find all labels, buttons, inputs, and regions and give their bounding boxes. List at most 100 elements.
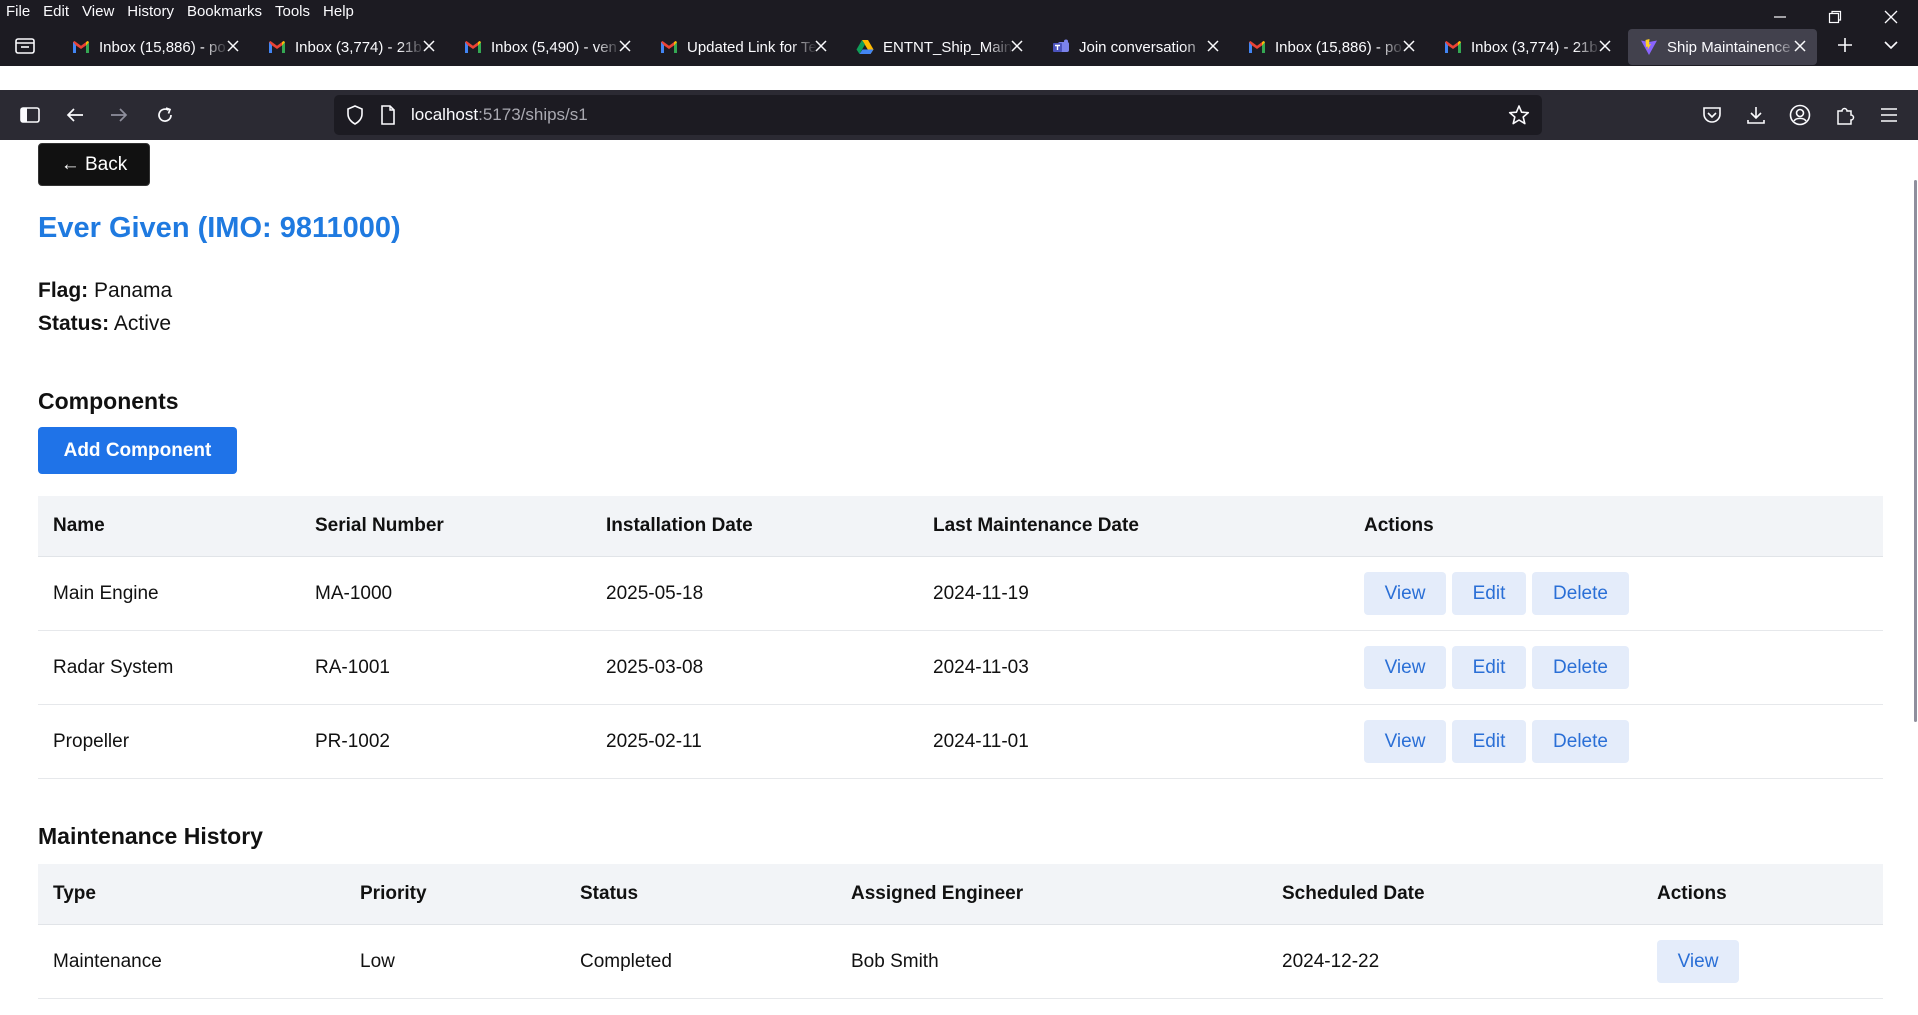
delete-button[interactable]: Delete [1532, 646, 1629, 689]
close-icon [1884, 10, 1898, 24]
assigned-engineer-cell: Bob Smith [836, 924, 1267, 999]
close-icon [815, 40, 827, 52]
bookmark-star-icon[interactable] [1508, 104, 1530, 131]
tab-close-button[interactable] [1204, 37, 1222, 55]
installation-date-cell: 2025-05-18 [591, 556, 918, 631]
maintenance-header-row: Type Priority Status Assigned Engineer S… [38, 864, 1883, 925]
menu-bookmarks[interactable]: Bookmarks [180, 0, 268, 24]
download-icon [1747, 107, 1765, 124]
menu-help[interactable]: Help [316, 0, 360, 24]
tab-title: Ship Maintainence [1667, 38, 1791, 56]
page-content: ← Back Ever Given (IMO: 9811000) Flag: P… [0, 140, 1918, 1015]
actions-cell: View Edit Delete [1349, 630, 1883, 705]
col-header-installation-date: Installation Date [591, 496, 918, 557]
tab-title: Inbox (3,774) - 21b [1471, 38, 1598, 56]
gmail-icon [1444, 38, 1462, 56]
edit-button[interactable]: Edit [1452, 572, 1526, 615]
menu-history[interactable]: History [120, 0, 180, 24]
url-text[interactable]: localhost:5173/ships/s1 [411, 105, 588, 125]
tab-close-button[interactable] [1596, 37, 1614, 55]
tab-title: Updated Link for Te [687, 38, 817, 56]
view-button[interactable]: View [1364, 646, 1446, 689]
view-button[interactable]: View [1657, 940, 1739, 983]
tab-close-button[interactable] [224, 37, 242, 55]
tab-4[interactable]: Updated Link for Te [648, 29, 838, 65]
sidebar-toggle-button[interactable] [14, 99, 46, 131]
table-row: Maintenance Low Completed Bob Smith 2024-12-… [38, 924, 1883, 999]
tab-7[interactable]: Inbox (15,886) - po [1236, 29, 1426, 65]
reload-icon [158, 107, 172, 122]
delete-button[interactable]: Delete [1532, 720, 1629, 763]
tab-title: Join conversation [1079, 38, 1196, 56]
installation-date-cell: 2025-03-08 [591, 630, 918, 705]
gmail-icon [268, 38, 286, 56]
account-button[interactable] [1784, 99, 1816, 131]
google-drive-icon [856, 38, 874, 56]
close-icon [619, 40, 631, 52]
menu-edit[interactable]: Edit [36, 0, 75, 24]
downloads-button[interactable] [1740, 99, 1772, 131]
col-header-name: Name [38, 496, 300, 557]
last-maintenance-date-cell: 2024-11-01 [918, 704, 1349, 779]
firefox-view-icon [15, 38, 35, 54]
flag-line: Flag: Panama [38, 279, 172, 303]
tab-title: ENTNT_Ship_Maint [883, 38, 1013, 56]
menu-view[interactable]: View [75, 0, 120, 24]
gmail-icon [464, 38, 482, 56]
page-scrollbar[interactable] [1914, 180, 1917, 722]
actions-cell: View Edit Delete [1349, 556, 1883, 631]
tab-close-button[interactable] [812, 37, 830, 55]
tab-bar: Inbox (15,886) - po Inbox (3,774) - 21b In… [0, 24, 1918, 66]
back-button[interactable]: ← Back [38, 143, 150, 186]
tab-9[interactable]: Ship Maintainence [1628, 29, 1817, 65]
menu-file[interactable]: File [0, 0, 36, 24]
edit-button[interactable]: Edit [1452, 646, 1526, 689]
tab-8[interactable]: Inbox (3,774) - 21b [1432, 29, 1622, 65]
components-heading: Components [38, 388, 179, 414]
maintenance-history-heading: Maintenance History [38, 823, 263, 849]
components-header-row: Name Serial Number Installation Date Las… [38, 496, 1883, 557]
tab-5[interactable]: ENTNT_Ship_Maint [844, 29, 1034, 65]
add-component-button[interactable]: Add Component [38, 427, 237, 474]
col-header-type: Type [38, 864, 345, 925]
view-button[interactable]: View [1364, 572, 1446, 615]
reload-button[interactable] [149, 99, 181, 131]
tab-title: Inbox (15,886) - po [1275, 38, 1402, 56]
tab-close-button[interactable] [616, 37, 634, 55]
tab-1[interactable]: Inbox (15,886) - po [60, 29, 250, 65]
page-info-icon[interactable] [380, 105, 396, 130]
new-tab-button[interactable] [1829, 29, 1861, 61]
extensions-button[interactable] [1829, 99, 1861, 131]
gmail-icon [1248, 38, 1266, 56]
tab-title: Inbox (3,774) - 21b [295, 38, 422, 56]
tab-6[interactable]: Join conversation [1040, 29, 1230, 65]
list-all-tabs-button[interactable] [1875, 29, 1907, 61]
tab-close-button[interactable] [1400, 37, 1418, 55]
tab-close-button[interactable] [1791, 37, 1809, 55]
tab-close-button[interactable] [1008, 37, 1026, 55]
close-icon [1207, 40, 1219, 52]
status-value: Active [113, 312, 172, 335]
forward-nav-button[interactable] [103, 99, 135, 131]
delete-button[interactable]: Delete [1532, 572, 1629, 615]
address-bar[interactable]: localhost:5173/ships/s1 [334, 95, 1542, 135]
menu-tools[interactable]: Tools [268, 0, 316, 24]
tab-3[interactable]: Inbox (5,490) - ven [452, 29, 642, 65]
close-icon [1011, 40, 1023, 52]
shield-icon[interactable] [346, 105, 364, 130]
edit-button[interactable]: Edit [1452, 720, 1526, 763]
scheduled-date-cell: 2024-12-22 [1267, 924, 1642, 999]
maintenance-history-table: Type Priority Status Assigned Engineer S… [38, 864, 1883, 999]
teams-icon [1052, 38, 1070, 56]
minimize-icon [1774, 16, 1786, 18]
app-menu-button[interactable] [1873, 99, 1905, 131]
tab-2[interactable]: Inbox (3,774) - 21b [256, 29, 446, 65]
hamburger-icon [1881, 108, 1897, 122]
view-button[interactable]: View [1364, 720, 1446, 763]
pocket-button[interactable] [1696, 99, 1728, 131]
back-nav-button[interactable] [59, 99, 91, 131]
firefox-view-button[interactable] [9, 29, 41, 61]
tab-close-button[interactable] [420, 37, 438, 55]
flag-label: Flag: [38, 279, 89, 302]
pocket-icon [1703, 107, 1721, 123]
